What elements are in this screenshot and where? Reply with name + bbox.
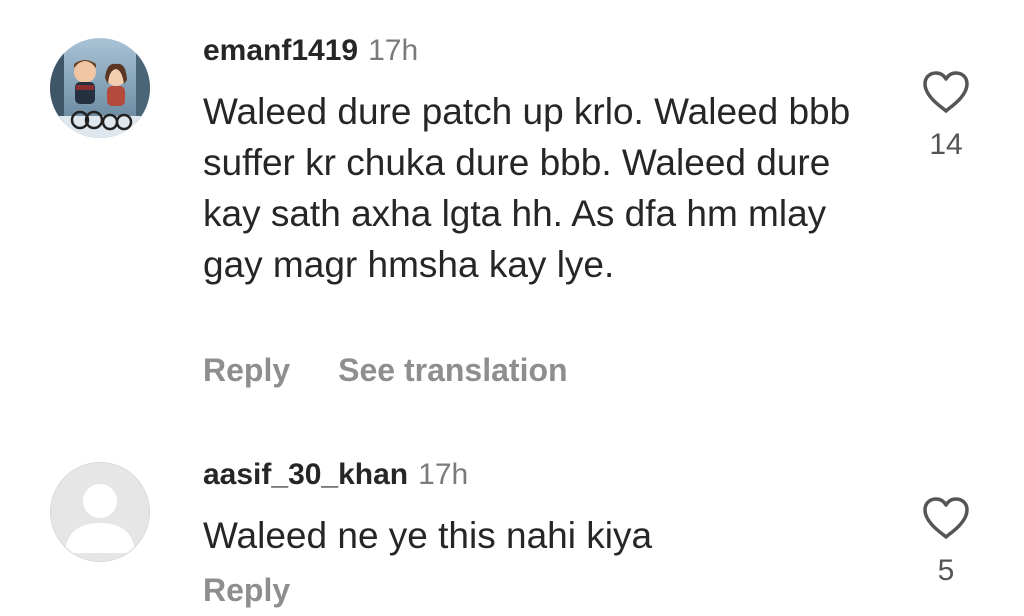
reply-button[interactable]: Reply [203, 350, 290, 390]
heart-icon[interactable] [921, 70, 971, 114]
default-user-avatar-icon [51, 463, 149, 561]
comment-actions: Reply See translation [203, 350, 568, 390]
like-count: 5 [937, 554, 955, 587]
timestamp: 17h [418, 458, 469, 491]
username[interactable]: emanf1419 [203, 34, 358, 68]
timestamp: 17h [368, 34, 419, 67]
avatar[interactable] [50, 38, 150, 138]
cartoon-couple-avatar-icon [50, 38, 150, 138]
comment-header: aasif_30_khan 17h [203, 458, 468, 498]
username[interactable]: aasif_30_khan [203, 458, 408, 492]
comment-header: emanf1419 17h [203, 34, 418, 74]
comment-text: Waleed ne ye this nahi kiya [203, 515, 653, 556]
comment-item: aasif_30_khan 17h Waleed ne ye this nahi… [0, 440, 1024, 616]
heart-icon[interactable] [921, 496, 971, 540]
like-control: 5 [916, 496, 976, 588]
see-translation-button[interactable]: See translation [338, 350, 567, 390]
reply-button[interactable]: Reply [203, 570, 290, 610]
comment-text: Waleed dure patch up krlo. Waleed bbb su… [203, 91, 851, 285]
comment-actions: Reply [203, 570, 290, 610]
like-count: 14 [929, 128, 963, 161]
comment-item: emanf1419 17h Waleed dure patch up krlo.… [0, 0, 1024, 420]
avatar[interactable] [50, 462, 150, 562]
like-control: 14 [916, 70, 976, 162]
